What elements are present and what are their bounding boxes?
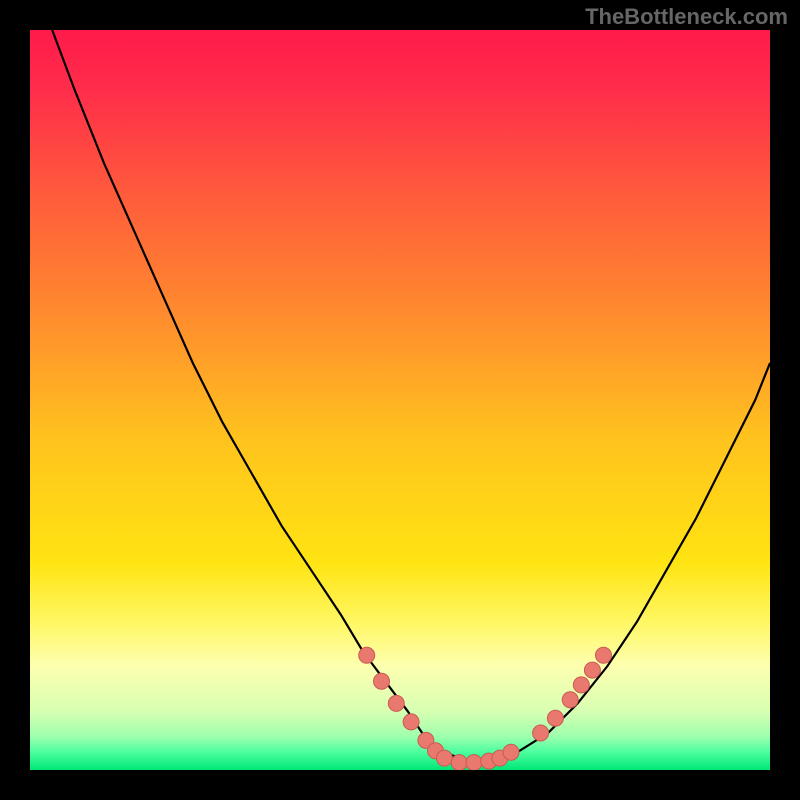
marker-point xyxy=(503,744,519,760)
marker-point xyxy=(403,714,419,730)
marker-point xyxy=(573,677,589,693)
bottleneck-curve-chart xyxy=(30,30,770,770)
marker-point xyxy=(547,710,563,726)
marker-point xyxy=(451,755,467,770)
marker-point xyxy=(596,647,612,663)
chart-frame: TheBottleneck.com xyxy=(0,0,800,800)
gradient-background xyxy=(30,30,770,770)
marker-point xyxy=(388,695,404,711)
marker-point xyxy=(584,662,600,678)
marker-point xyxy=(466,755,482,770)
marker-point xyxy=(562,692,578,708)
watermark-label: TheBottleneck.com xyxy=(585,4,788,30)
marker-point xyxy=(533,725,549,741)
marker-point xyxy=(436,750,452,766)
marker-point xyxy=(374,673,390,689)
marker-point xyxy=(359,647,375,663)
